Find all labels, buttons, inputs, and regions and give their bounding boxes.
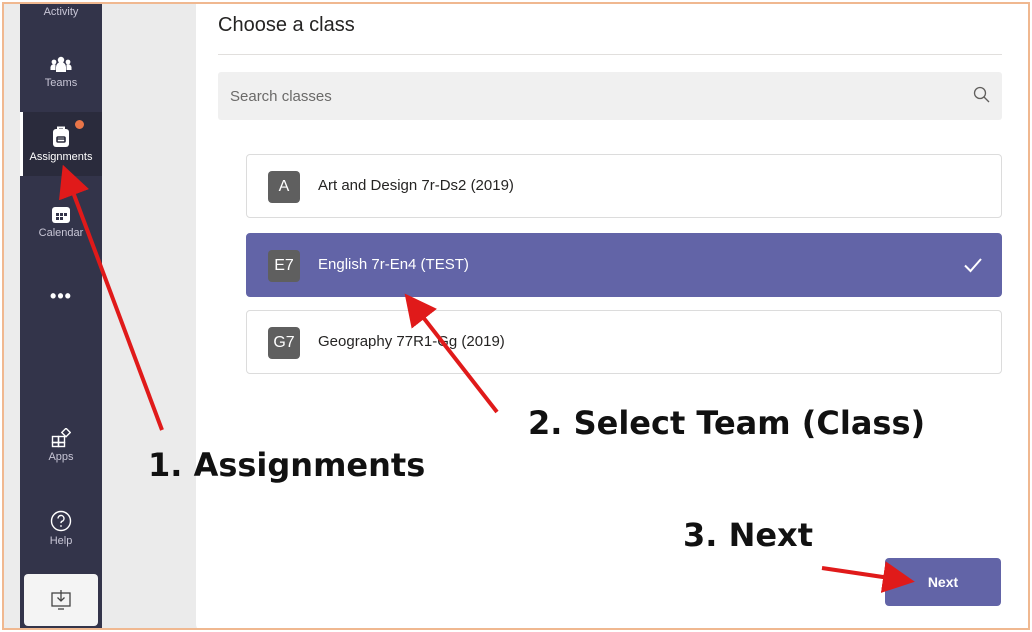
content-gutter xyxy=(102,4,196,628)
apps-icon xyxy=(51,428,71,448)
rail-item-label: Help xyxy=(49,535,73,547)
rail-item-label: Teams xyxy=(44,77,78,89)
class-name: Art and Design 7r-Ds2 (2019) xyxy=(318,177,514,194)
class-item-geography[interactable]: G7 Geography 77R1-Gg (2019) xyxy=(246,310,1002,374)
rail-item-apps[interactable]: Apps xyxy=(20,428,102,480)
calendar-icon xyxy=(52,207,70,223)
rail-item-calendar[interactable]: Calendar xyxy=(20,204,102,252)
more-icon: ••• xyxy=(50,286,72,306)
divider xyxy=(218,54,1002,55)
download-app-button[interactable] xyxy=(24,574,98,626)
help-icon xyxy=(50,510,72,532)
teams-icon xyxy=(50,56,72,72)
next-button[interactable]: Next xyxy=(885,558,1001,606)
class-name: Geography 77R1-Gg (2019) xyxy=(318,333,505,350)
search-box xyxy=(218,72,1002,120)
class-item-art-and-design[interactable]: A Art and Design 7r-Ds2 (2019) xyxy=(246,154,1002,218)
rail-item-label: Activity xyxy=(43,6,79,18)
annotation-step3: 3. Next xyxy=(683,516,813,554)
annotation-step2: 2. Select Team (Class) xyxy=(528,404,926,442)
rail-item-teams[interactable]: Teams xyxy=(20,56,102,104)
rail-item-label: Calendar xyxy=(38,227,84,239)
page-title: Choose a class xyxy=(218,14,355,36)
rail-item-assignments[interactable]: Assignments xyxy=(20,112,102,176)
class-badge: E7 xyxy=(268,250,300,282)
checkmark-icon xyxy=(964,258,982,273)
search-icon[interactable] xyxy=(972,85,992,105)
app-rail: Activity Teams Assignments Calendar ••• … xyxy=(20,4,102,628)
rail-item-help[interactable]: Help xyxy=(20,510,102,562)
download-icon xyxy=(51,590,71,610)
rail-item-label: Apps xyxy=(48,451,74,463)
rail-item-activity[interactable]: Activity xyxy=(20,6,102,30)
rail-item-label: Assignments xyxy=(29,151,93,163)
class-badge: G7 xyxy=(268,327,300,359)
more-apps-button[interactable]: ••• xyxy=(20,286,102,310)
choose-class-panel: Choose a class A Art and Design 7r-Ds2 (… xyxy=(196,4,1028,628)
assignments-icon xyxy=(53,126,69,147)
screenshot-frame: Activity Teams Assignments Calendar ••• … xyxy=(2,2,1030,630)
annotation-step1: 1. Assignments xyxy=(148,446,426,484)
notification-dot xyxy=(75,120,84,129)
search-input[interactable] xyxy=(218,72,958,120)
class-badge: A xyxy=(268,171,300,203)
class-name: English 7r-En4 (TEST) xyxy=(318,256,469,273)
class-item-english[interactable]: E7 English 7r-En4 (TEST) xyxy=(246,233,1002,297)
